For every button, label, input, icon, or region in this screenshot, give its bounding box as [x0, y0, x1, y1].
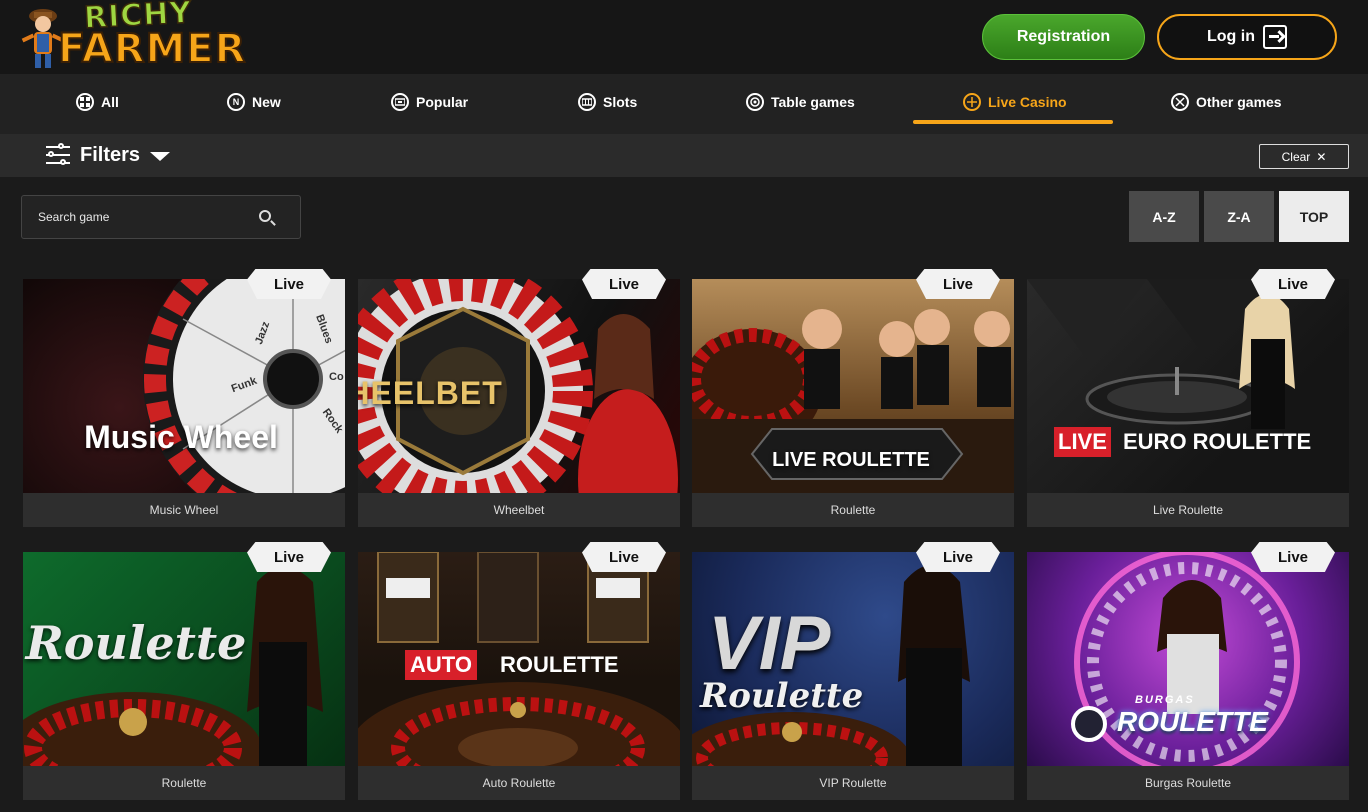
game-name: Roulette [692, 493, 1014, 527]
game-name: Burgas Roulette [1027, 766, 1349, 800]
caret-down-icon[interactable] [150, 152, 170, 161]
grid-icon [76, 93, 94, 111]
thumb-title: WHEELBET [358, 375, 503, 411]
close-icon: ✕ [1316, 149, 1327, 164]
game-card-auto-roulette[interactable]: Live AUTO ROULETTE Auto Roulette [358, 542, 680, 800]
tab-table-games[interactable]: Table games [746, 74, 855, 130]
tab-new[interactable]: N New [227, 74, 281, 130]
site-header: RICHY FARMER Registration Log in [0, 0, 1368, 74]
popular-icon [391, 93, 409, 111]
filters-bar: Filters [0, 134, 1368, 177]
game-card-vip-roulette[interactable]: Live VIP Roulette VIP Roulette [692, 542, 1014, 800]
game-thumbnail: WHEELBET [358, 279, 680, 493]
tab-label: New [252, 94, 281, 110]
live-badge: Live [1251, 269, 1335, 299]
thumb-title: EURO ROULETTE [1123, 429, 1312, 454]
sliders-icon[interactable] [46, 143, 70, 166]
other-games-icon [1171, 93, 1189, 111]
game-name: Roulette [23, 766, 345, 800]
tab-popular[interactable]: Popular [391, 74, 468, 130]
tab-label: Table games [771, 94, 855, 110]
live-badge: Live [582, 542, 666, 572]
live-badge: Live [582, 269, 666, 299]
registration-button[interactable]: Registration [982, 14, 1145, 60]
live-badge: Live [247, 269, 331, 299]
game-name: VIP Roulette [692, 766, 1014, 800]
game-card-burgas-roulette[interactable]: Live BURGAS ROULETTE Burgas Roulette [1027, 542, 1349, 800]
thumb-title-badge: LIVE [1054, 427, 1111, 457]
game-name: Auto Roulette [358, 766, 680, 800]
game-thumbnail: VIP Roulette [692, 552, 1014, 766]
login-arrow-icon [1262, 25, 1287, 49]
tab-other-games[interactable]: Other games [1171, 74, 1282, 130]
thumb-title-badge: AUTO [405, 650, 477, 680]
game-card-roulette-2[interactable]: Live Roulette Roulette [23, 542, 345, 800]
wheel-segment-label: Co [329, 371, 344, 383]
thumb-subtitle: Roulette [700, 676, 864, 716]
game-thumbnail: LIVE ROULETTE [692, 279, 1014, 493]
game-thumbnail: AUTO ROULETTE [358, 552, 680, 766]
category-nav: All N New Popular Slots Table games Live… [0, 74, 1368, 134]
live-casino-icon [963, 93, 981, 111]
login-button[interactable]: Log in [1157, 14, 1337, 60]
table-games-icon [746, 93, 764, 111]
thumb-title: ROULETTE [1117, 706, 1268, 737]
thumb-title: Roulette [25, 616, 247, 670]
tab-label: All [101, 94, 119, 110]
tab-slots[interactable]: Slots [578, 74, 637, 130]
game-name: Live Roulette [1027, 493, 1349, 527]
live-badge: Live [916, 542, 1000, 572]
login-label: Log in [1207, 28, 1255, 45]
live-badge: Live [916, 269, 1000, 299]
thumb-title: ROULETTE [500, 652, 619, 677]
game-thumbnail: LIVE EURO ROULETTE [1027, 279, 1349, 493]
logo-word-farmer: FARMER [57, 25, 247, 73]
tab-label: Other games [1196, 94, 1282, 110]
roulette-logo-icon [1071, 706, 1107, 742]
tab-label: Live Casino [988, 94, 1067, 110]
new-badge-icon: N [227, 93, 245, 111]
game-card-roulette[interactable]: Live LIVE ROULETTE Roulette [692, 269, 1014, 527]
thumb-title: Music Wheel [84, 419, 278, 455]
thumb-title: LIVE ROULETTE [772, 449, 930, 471]
search-box [21, 195, 301, 239]
thumb-subtitle: BURGAS [1135, 694, 1195, 706]
clear-label: Clear [1281, 149, 1311, 164]
slots-icon [578, 93, 596, 111]
game-name: Music Wheel [23, 493, 345, 527]
live-badge: Live [1251, 542, 1335, 572]
sort-a-z-button[interactable]: A-Z [1129, 191, 1199, 242]
filters-toggle[interactable]: Filters [80, 144, 140, 167]
tab-all[interactable]: All [76, 74, 119, 130]
tab-label: Popular [416, 94, 469, 110]
game-card-music-wheel[interactable]: Live Jazz Blues Funk Rock Co Music Wheel… [23, 269, 345, 527]
richy-farmer-logo[interactable]: RICHY FARMER [20, 0, 246, 74]
game-thumbnail: BURGAS ROULETTE [1027, 552, 1349, 766]
game-card-live-roulette[interactable]: Live LIVE EURO ROULETTE Live Roulette [1027, 269, 1349, 527]
tab-label: Slots [603, 94, 638, 110]
game-card-wheelbet[interactable]: Live WHEELBET Wheelbet [358, 269, 680, 527]
search-input[interactable] [22, 196, 252, 238]
thumb-title: VIP [708, 601, 831, 686]
game-name: Wheelbet [358, 493, 680, 527]
active-tab-indicator [913, 120, 1113, 124]
clear-filters-button[interactable]: Clear ✕ [1259, 144, 1349, 169]
sort-top-button[interactable]: TOP [1279, 191, 1349, 242]
live-badge: Live [247, 542, 331, 572]
search-icon[interactable] [259, 210, 271, 222]
game-thumbnail: Roulette [23, 552, 345, 766]
sort-z-a-button[interactable]: Z-A [1204, 191, 1274, 242]
game-thumbnail: Jazz Blues Funk Rock Co Music Wheel [23, 279, 345, 493]
